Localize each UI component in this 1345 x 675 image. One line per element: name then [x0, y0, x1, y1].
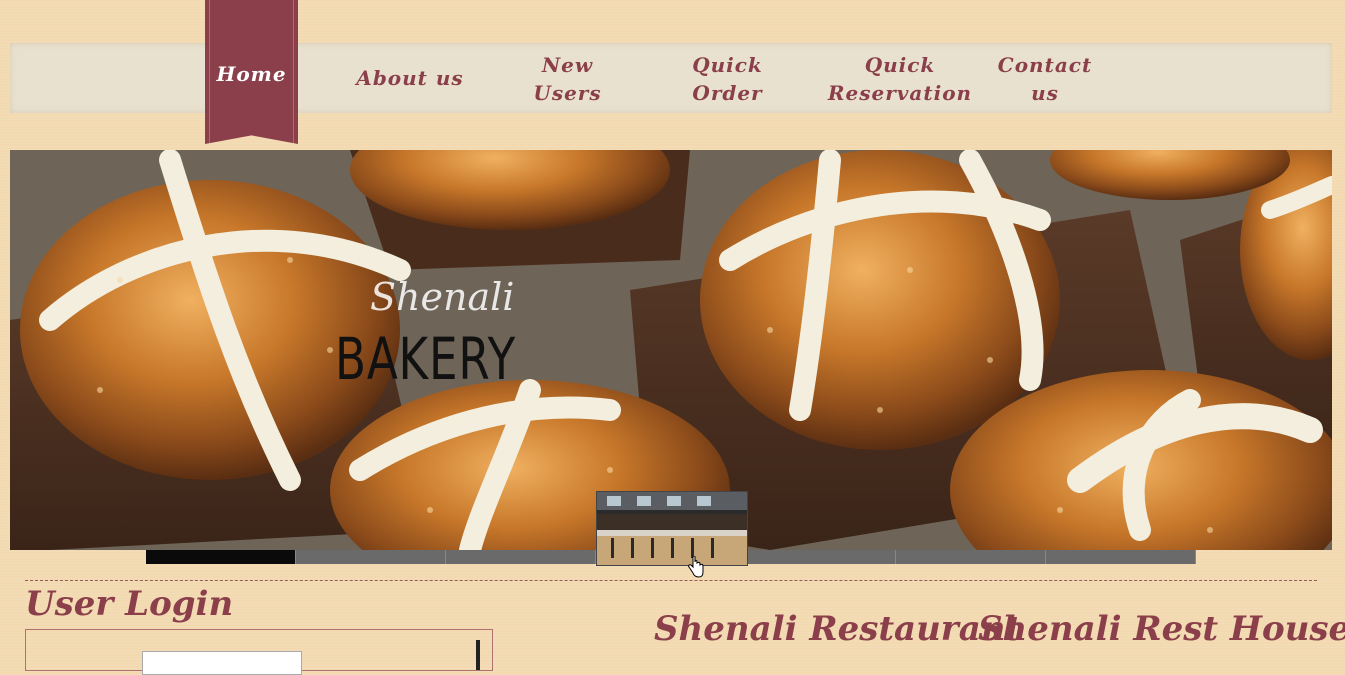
- rest-house-heading[interactable]: Shenali Rest House: [978, 609, 1345, 649]
- slide-tab-2[interactable]: [296, 550, 446, 564]
- slide-tab-6[interactable]: [896, 550, 1046, 564]
- nav-quick-order-line1: Quick: [692, 53, 763, 77]
- nav-new-users-line2: Users: [533, 81, 602, 105]
- nav-about-us-label: About us: [356, 66, 464, 90]
- slide-tab-3[interactable]: [446, 550, 596, 564]
- nav-quick-order-line2: Order: [692, 81, 763, 105]
- nav-quick-reservation-line1: Quick: [864, 53, 936, 77]
- user-login-heading: User Login: [25, 584, 234, 624]
- slide-tab-5[interactable]: [746, 550, 896, 564]
- brand-script-text: Shenali: [370, 275, 515, 319]
- login-panel-edge: [476, 640, 480, 670]
- slide-preview-thumbnail[interactable]: [596, 491, 748, 566]
- nav-contact-us-line2: us: [1031, 81, 1059, 105]
- nav-contact-us[interactable]: Contact us: [995, 51, 1095, 107]
- nav-quick-reservation-line2: Reservation: [827, 81, 973, 105]
- hero-slideshow-image[interactable]: [10, 150, 1332, 550]
- slide-tab-1[interactable]: [146, 550, 296, 564]
- hand-cursor-icon: [688, 556, 704, 578]
- login-username-input[interactable]: [142, 651, 302, 675]
- hero-buns-illustration: [10, 150, 1332, 550]
- nav-contact-us-line1: Contact: [997, 53, 1093, 77]
- nav-quick-order[interactable]: Quick Order: [680, 51, 775, 107]
- nav-home[interactable]: Home: [205, 62, 298, 86]
- restaurant-heading[interactable]: Shenali Restaurant: [654, 609, 1021, 649]
- slide-tab-7[interactable]: [1046, 550, 1196, 564]
- nav-new-users[interactable]: New Users: [520, 51, 615, 107]
- nav-quick-reservation[interactable]: Quick Reservation: [825, 51, 975, 107]
- restaurant-interior-thumbnail: [597, 492, 747, 565]
- brand-bakery-text: BAKERY: [335, 325, 517, 393]
- nav-about-us[interactable]: About us: [355, 43, 465, 113]
- content-divider: [25, 580, 1317, 581]
- nav-new-users-line1: New: [541, 53, 594, 77]
- user-login-panel: [25, 629, 493, 675]
